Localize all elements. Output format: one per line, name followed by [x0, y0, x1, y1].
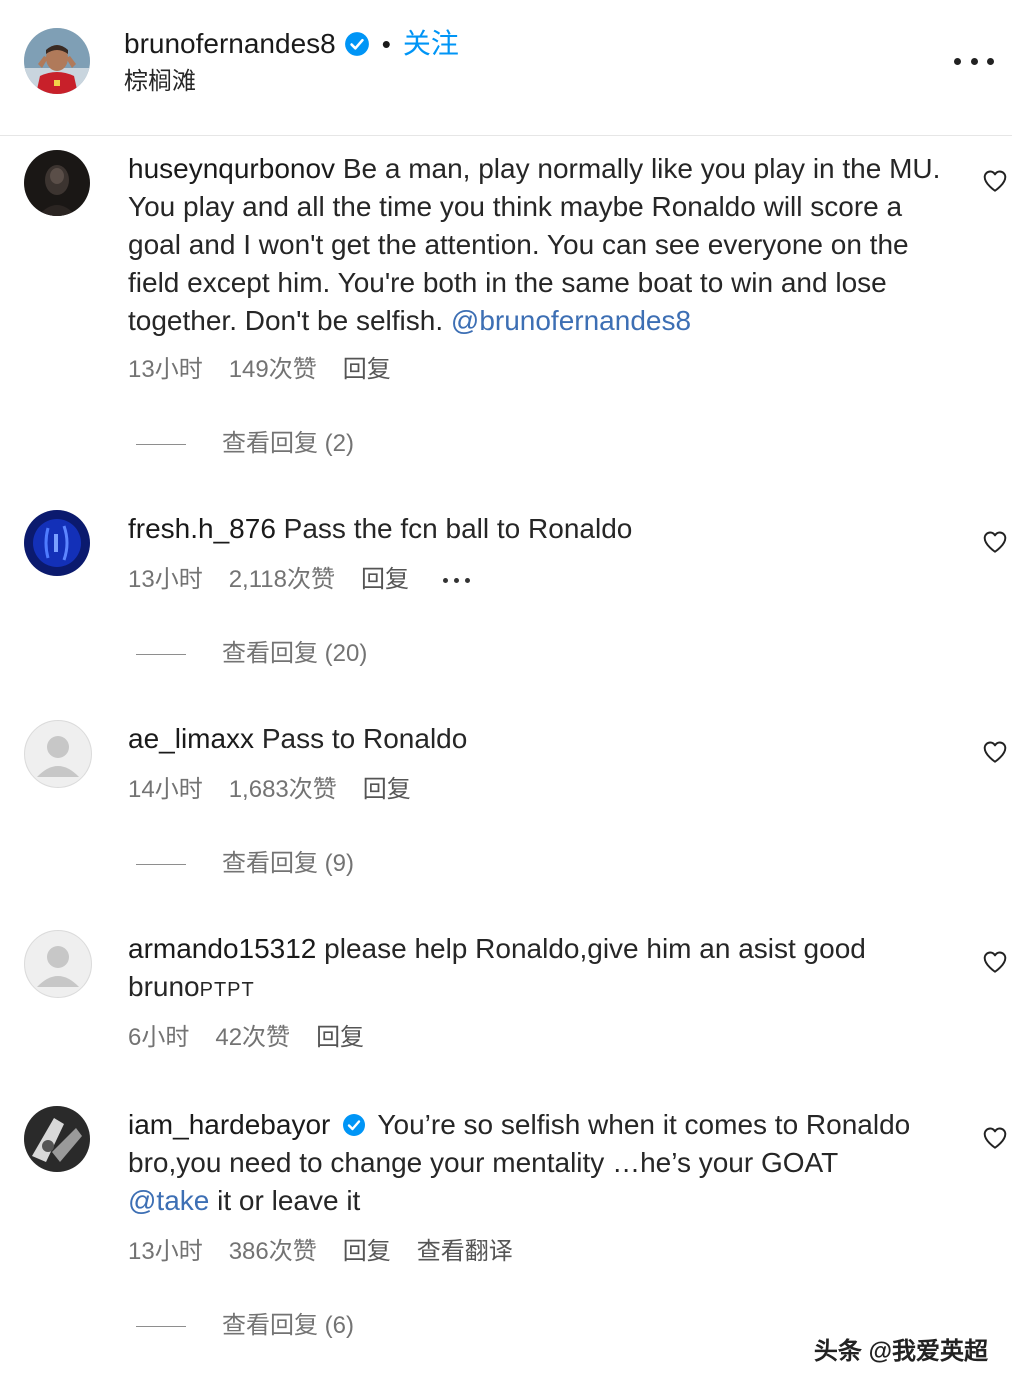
comment-text: armando15312 please help Ronaldo,give hi…	[128, 930, 948, 1009]
watermark: 头条 @我爱英超	[813, 1338, 988, 1365]
replies-divider	[136, 863, 186, 865]
view-replies-button[interactable]: 查看回复 (20)	[136, 638, 367, 670]
heart-icon[interactable]	[982, 1125, 1008, 1151]
comment-likes[interactable]: 2,118次赞	[229, 564, 335, 596]
replies-divider	[136, 443, 186, 445]
heart-icon[interactable]	[982, 529, 1008, 555]
comment-avatar[interactable]	[24, 1106, 90, 1172]
comment-content-caps: PTPT	[199, 979, 255, 1001]
comment-username[interactable]: armando15312	[128, 933, 316, 964]
comment-mention[interactable]: @brunofernandes8	[451, 305, 691, 336]
more-options-icon[interactable]	[954, 46, 994, 76]
header-username[interactable]: brunofernandes8	[124, 24, 336, 64]
reply-button[interactable]: 回复	[343, 354, 391, 386]
comment-meta: 13小时 149次赞 回复	[128, 354, 391, 386]
comment-meta: 13小时 386次赞 回复 查看翻译	[128, 1236, 513, 1268]
reply-button[interactable]: 回复	[343, 1236, 391, 1268]
follow-button[interactable]: 关注	[403, 24, 459, 64]
comment-likes[interactable]: 1,683次赞	[229, 774, 337, 806]
replies-divider	[136, 1325, 186, 1327]
comment-more-icon[interactable]	[442, 577, 470, 583]
reply-button[interactable]: 回复	[316, 1022, 364, 1054]
header-avatar[interactable]	[24, 28, 90, 94]
comment-username[interactable]: iam_hardebayor	[128, 1109, 330, 1140]
comment-content: Pass to Ronaldo	[261, 723, 468, 754]
comment-content-tail: it or leave it	[217, 1185, 361, 1216]
comment-likes[interactable]: 149次赞	[229, 354, 317, 386]
view-replies-button[interactable]: 查看回复 (6)	[136, 1310, 354, 1342]
comment-text: fresh.h_876 Pass the fcn ball to Ronaldo	[128, 510, 948, 548]
comment-time: 14小时	[128, 776, 203, 803]
comment-likes[interactable]: 386次赞	[229, 1236, 317, 1268]
comment-time: 13小时	[128, 1238, 203, 1265]
comment-username[interactable]: huseynqurbonov	[128, 153, 335, 184]
comment-content: Pass the fcn ball to Ronaldo	[283, 513, 633, 544]
comment-username[interactable]: fresh.h_876	[128, 513, 276, 544]
heart-icon[interactable]	[982, 949, 1008, 975]
comment-avatar[interactable]	[24, 150, 90, 216]
comment-avatar[interactable]	[24, 510, 90, 576]
comment-time: 13小时	[128, 356, 203, 383]
translate-button[interactable]: 查看翻译	[417, 1236, 513, 1268]
default-avatar-icon[interactable]	[24, 930, 92, 998]
comment-time: 13小时	[128, 566, 203, 593]
verified-badge-icon	[342, 1113, 366, 1137]
comment-meta: 14小时 1,683次赞 回复	[128, 774, 411, 806]
comment-mention[interactable]: @take	[128, 1185, 209, 1216]
view-replies-label: 查看回复 (20)	[222, 640, 368, 667]
reply-button[interactable]: 回复	[363, 774, 411, 806]
default-avatar-icon[interactable]	[24, 720, 92, 788]
view-replies-label: 查看回复 (2)	[222, 430, 354, 457]
comment-meta: 6小时 42次赞 回复	[128, 1022, 364, 1054]
verified-badge-icon	[344, 31, 370, 57]
comment-text: huseynqurbonov Be a man, play normally l…	[128, 150, 948, 340]
view-replies-button[interactable]: 查看回复 (9)	[136, 848, 354, 880]
view-replies-button[interactable]: 查看回复 (2)	[136, 428, 354, 460]
comment-username[interactable]: ae_limaxx	[128, 723, 254, 754]
reply-button[interactable]: 回复	[361, 564, 409, 596]
comment-text: iam_hardebayor You’re so selfish when it…	[128, 1106, 948, 1220]
replies-divider	[136, 653, 186, 655]
view-replies-label: 查看回复 (6)	[222, 1312, 354, 1339]
header-separator: •	[381, 29, 391, 59]
header-title-row: brunofernandes8 • 关注	[124, 24, 459, 64]
heart-icon[interactable]	[982, 168, 1008, 194]
view-replies-label: 查看回复 (9)	[222, 850, 354, 877]
comment-likes[interactable]: 42次赞	[215, 1022, 290, 1054]
comment-meta: 13小时 2,118次赞 回复	[128, 564, 470, 596]
post-header: brunofernandes8 • 关注 棕榈滩	[0, 0, 1012, 136]
heart-icon[interactable]	[982, 739, 1008, 765]
comment-content: please help Ronaldo,give him an asist go…	[324, 933, 866, 964]
header-location[interactable]: 棕榈滩	[124, 66, 196, 98]
comment-content-tail: bruno	[128, 971, 200, 1002]
comment-text: ae_limaxx Pass to Ronaldo	[128, 720, 948, 758]
comment-time: 6小时	[128, 1024, 190, 1051]
